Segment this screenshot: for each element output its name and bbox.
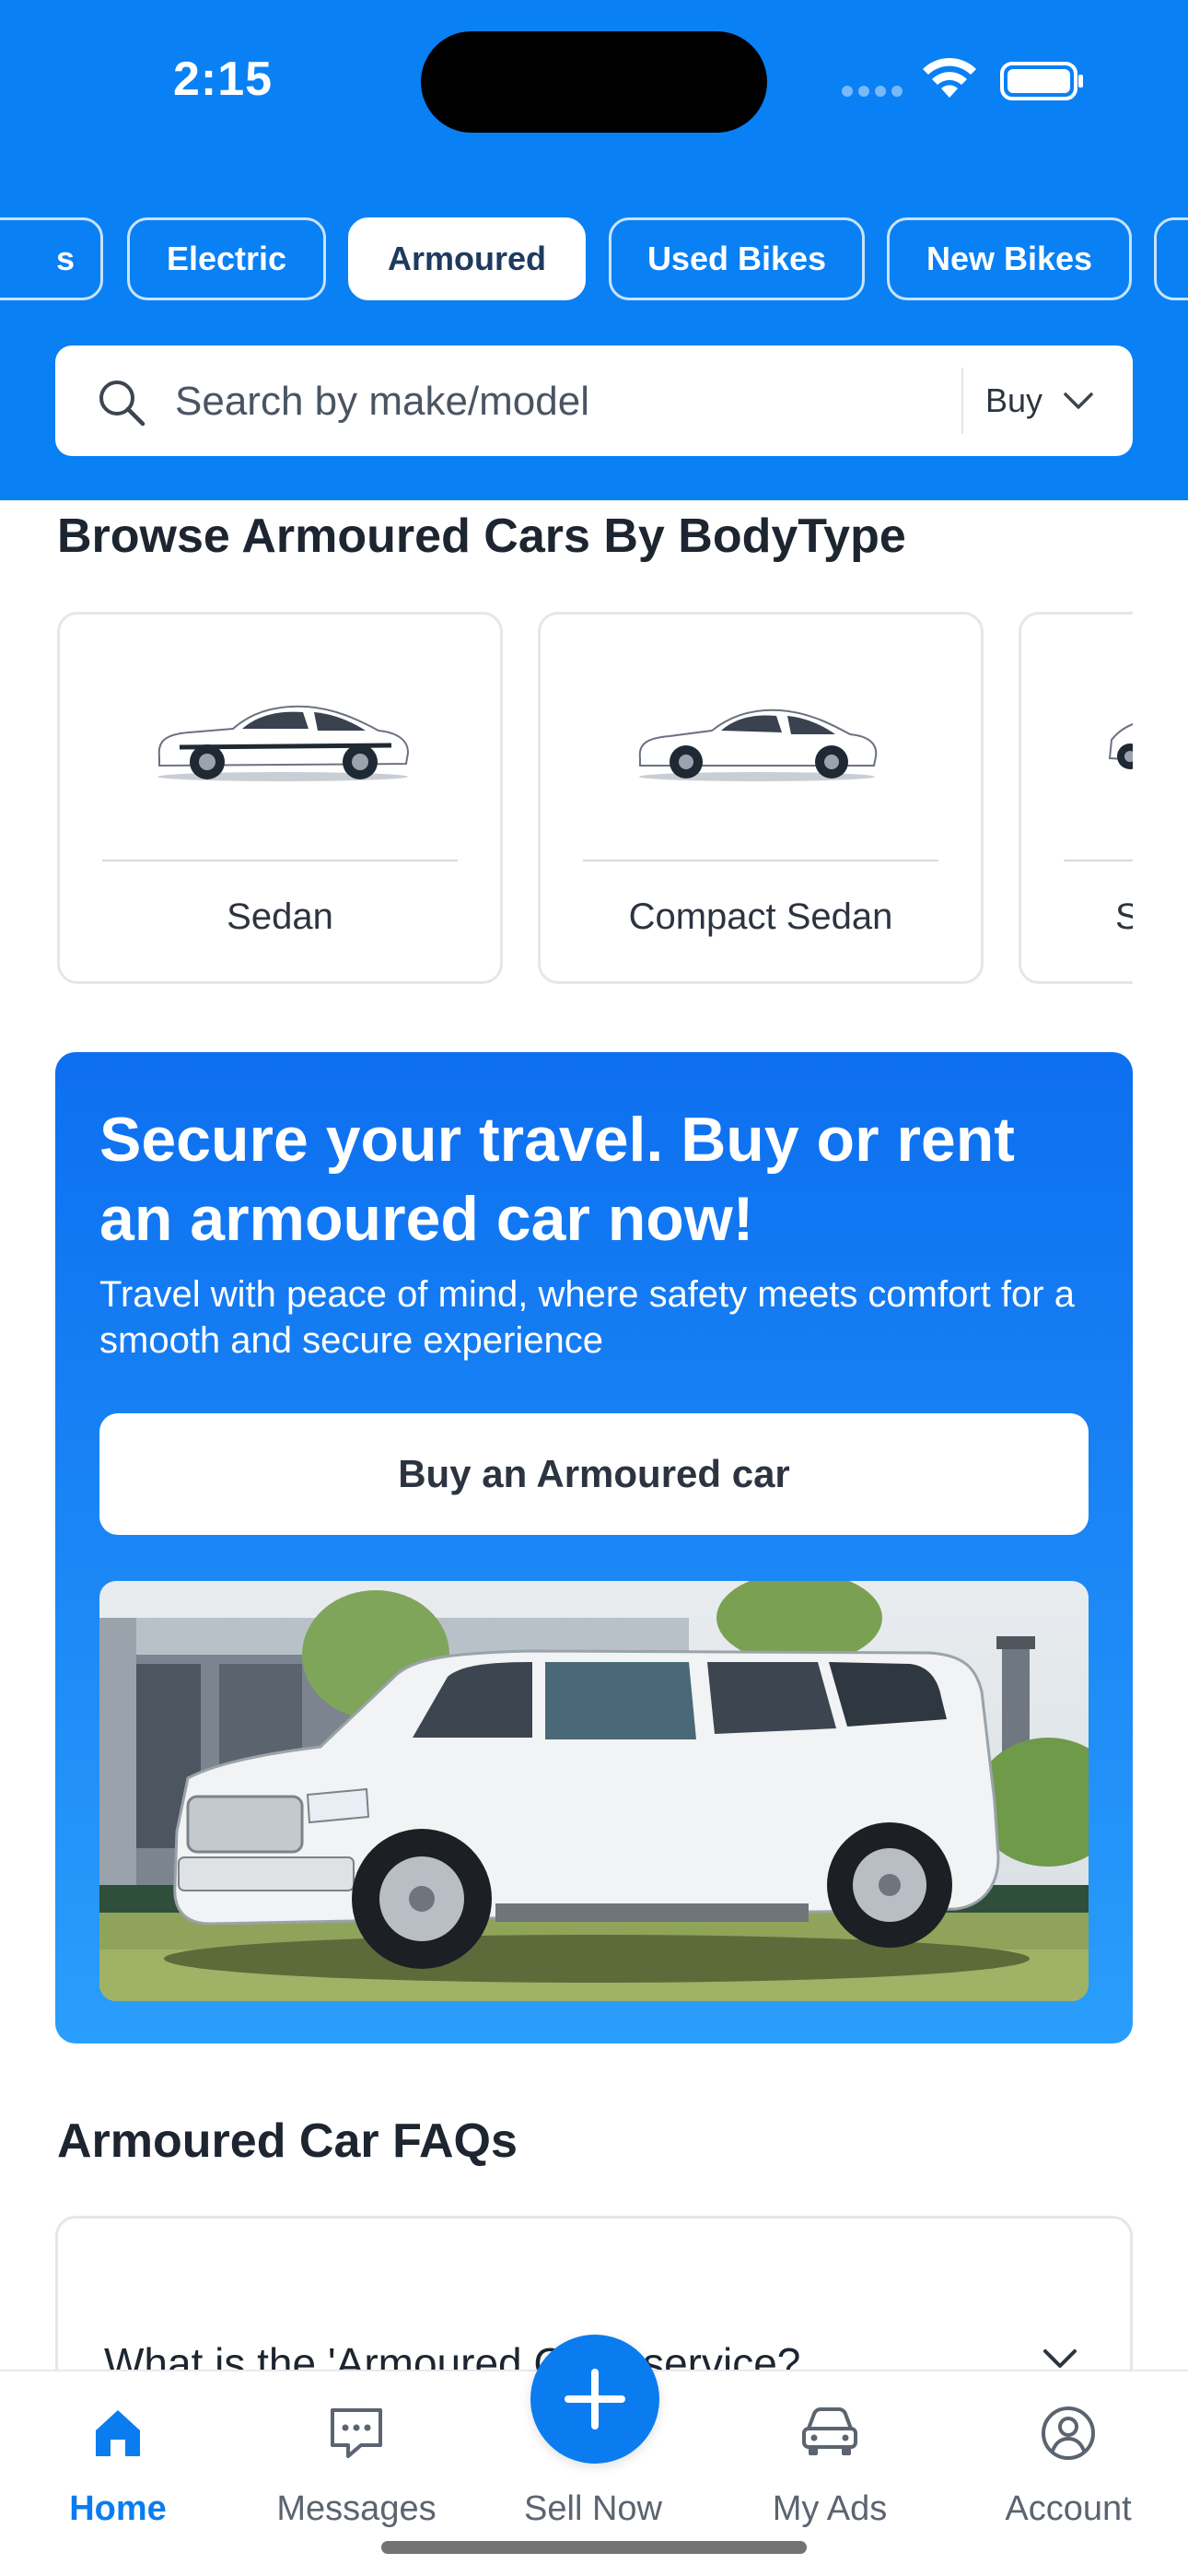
nav-home-label: Home [69,2489,167,2528]
sedan-car-image [157,705,410,781]
nav-my-ads-label: My Ads [772,2489,888,2528]
chevron-down-icon [1043,2349,1077,2368]
card-divider [1064,860,1133,861]
nav-sell-now-label: Sell Now [524,2489,662,2528]
dynamic-island [421,31,767,133]
body-type-label: Sedan [227,896,333,937]
card-divider [583,860,938,861]
home-indicator [381,2541,807,2554]
chip-partial-right[interactable] [1154,217,1188,300]
chip-partial-left[interactable]: s [0,217,103,300]
nav-account-label: Account [1005,2489,1132,2528]
search-input[interactable]: Search by make/model [175,379,589,425]
status-time: 2:15 [173,53,274,106]
chip-armoured[interactable]: Armoured [348,217,586,300]
search-icon [99,381,146,427]
body-type-card-compact-sedan[interactable]: Compact Sedan [538,612,984,984]
armoured-suv-photo [99,1581,1089,2001]
app-header: 2:15 s Electric Armoured Used Bikes New … [0,0,1188,500]
body-type-card-sedan[interactable]: Sedan [57,612,503,984]
nav-messages[interactable]: Messages [255,2371,458,2556]
nav-my-ads[interactable]: My Ads [728,2371,931,2556]
sell-now-button[interactable] [530,2335,659,2464]
category-chip-row: s Electric Armoured Used Bikes New Bikes [0,217,1188,302]
card-divider [102,860,458,861]
body-type-label: Compact Sedan [628,896,893,937]
armoured-promo-banner: Secure your travel. Buy or rent an armou… [55,1052,1133,2043]
buy-rent-select[interactable]: Buy [985,345,1094,456]
search-bar[interactable]: Search by make/model Buy [55,345,1133,456]
wifi-icon [923,57,976,98]
buy-rent-select-value: Buy [985,381,1043,419]
cellular-signal-icon [842,86,903,97]
account-icon [1042,2406,1095,2460]
chip-new-bikes[interactable]: New Bikes [887,217,1132,300]
nav-messages-label: Messages [276,2489,437,2528]
buy-armoured-car-button[interactable]: Buy an Armoured car [99,1413,1089,1535]
home-icon [96,2410,140,2456]
battery-icon [1000,62,1083,100]
search-divider [961,368,963,434]
messages-icon [331,2408,382,2458]
chip-electric[interactable]: Electric [127,217,326,300]
status-bar: 2:15 [0,0,1188,166]
body-type-carousel[interactable]: Sedan Compact Sedan S [55,610,1133,988]
body-type-card-partial[interactable]: S [1019,612,1133,984]
body-type-section-title: Browse Armoured Cars By BodyType [57,509,906,563]
faq-section-title: Armoured Car FAQs [57,2114,518,2168]
promo-title: Secure your travel. Buy or rent an armou… [99,1105,1015,1254]
partial-car-image [1108,723,1133,769]
body-type-label: S [1115,896,1133,937]
nav-home[interactable]: Home [17,2371,219,2556]
promo-subtitle: Travel with peace of mind, where safety … [99,1274,1075,1361]
compact-sedan-car-image [638,708,878,781]
plus-icon [565,2369,625,2430]
chip-used-bikes[interactable]: Used Bikes [609,217,865,300]
nav-account[interactable]: Account [967,2371,1170,2556]
car-icon [802,2407,857,2455]
chevron-down-icon [1064,392,1093,409]
